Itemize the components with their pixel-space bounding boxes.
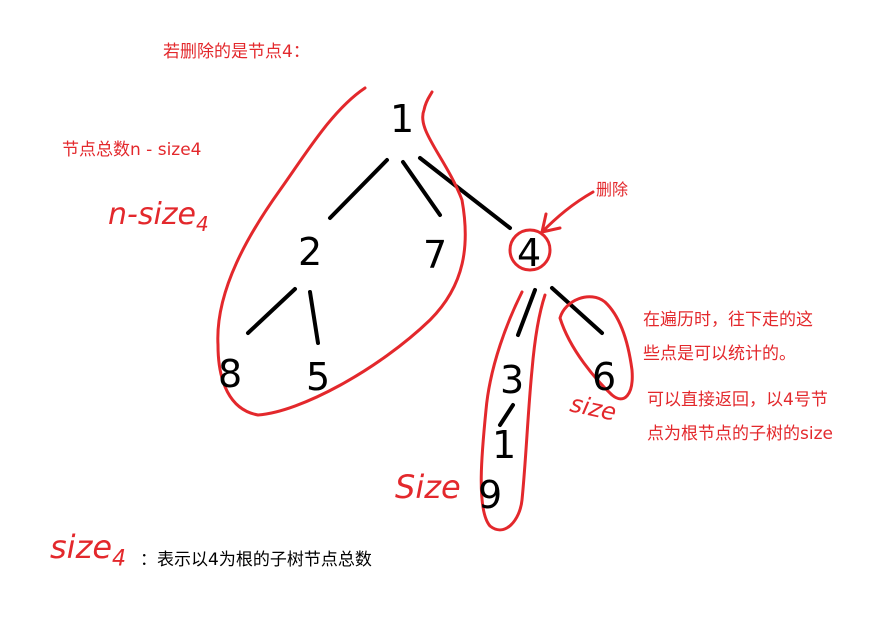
n-minus-size-handwritten: n-size4 [108,197,209,236]
note-line-3: 可以直接返回，以4号节 [647,390,828,410]
remaining-count-label: 节点总数n - size4 [62,140,202,160]
heading: 若删除的是节点4： [163,42,310,62]
legend-description: ：表示以4为根的子树节点总数 [140,550,372,570]
note-line-2: 些点是可以统计的。 [643,344,796,364]
note-line-1: 在遍历时，往下走的这 [643,310,813,330]
note-line-4: 点为根节点的子树的size [647,424,833,444]
edge-2-5 [308,290,320,345]
node-6: 6 [592,355,616,399]
delete-arrow [540,190,595,234]
size4-handwritten-legend: size4 [50,528,126,571]
node-9: 9 [478,473,502,517]
size4-legend-subscript: 4 [112,546,127,572]
n-minus-size-text: n-size [108,197,197,232]
node-5: 5 [306,355,330,399]
size4-legend-text: size [50,528,113,566]
node-4: 4 [517,231,541,275]
size-handwritten-left: Size [395,468,461,506]
node-7: 7 [423,233,447,277]
edge-2-8 [246,287,297,335]
node-3: 3 [500,358,524,402]
edge-3-1b [498,403,515,427]
node-2: 2 [298,230,322,274]
node-1-under-3: 1 [492,423,516,467]
edge-1-2 [328,158,389,220]
n-minus-size-subscript: 4 [196,212,209,236]
node-8: 8 [218,352,242,396]
edge-4-6 [550,286,604,335]
node-1: 1 [390,97,414,141]
delete-label: 删除 [596,180,629,199]
